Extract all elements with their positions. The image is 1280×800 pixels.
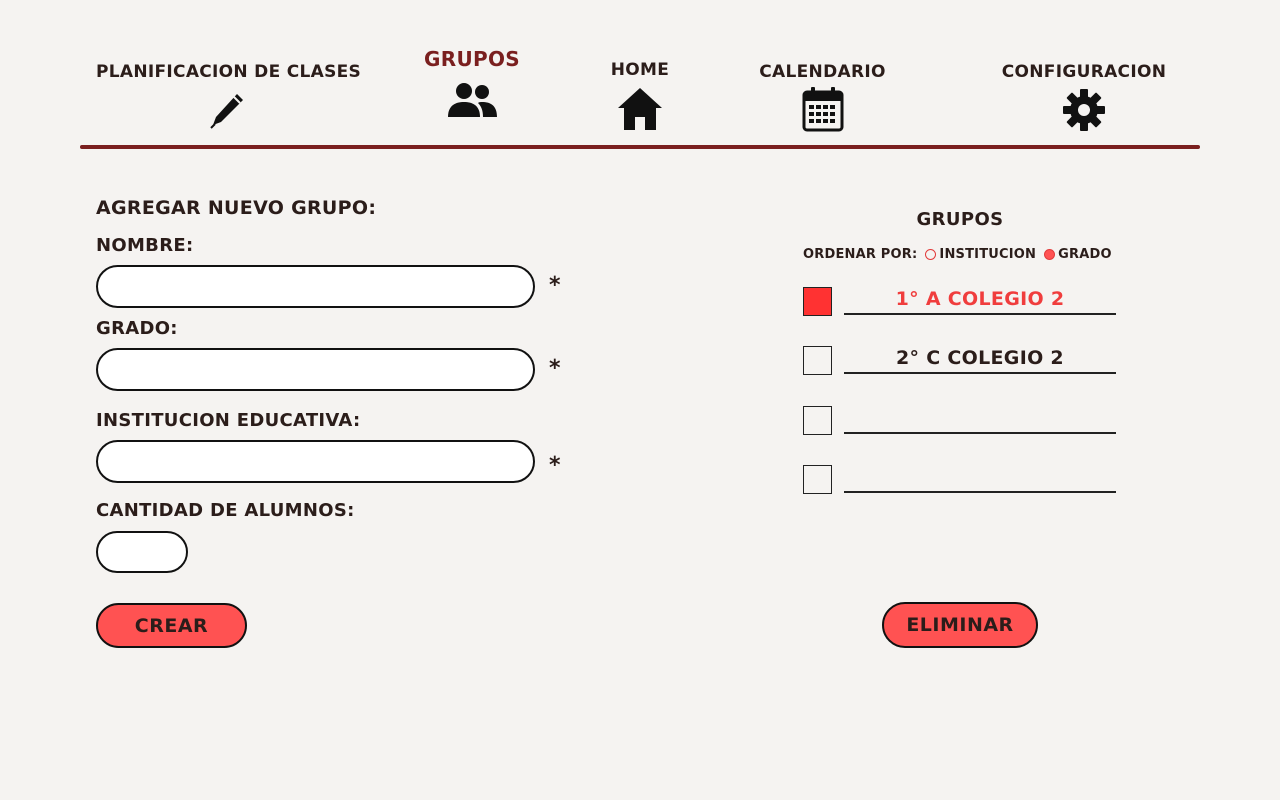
group-row[interactable]	[803, 465, 1116, 495]
nav-label-planificacion: PLANIFICACION DE CLASES	[96, 62, 362, 82]
sort-row: ORDENAR POR: INSTITUCION GRADO	[803, 247, 1112, 262]
radio-dot-grado	[1044, 249, 1056, 260]
nav-item-grupos[interactable]: GRUPOS	[412, 47, 532, 121]
calendar-icon	[802, 87, 843, 132]
sort-option-grado[interactable]: GRADO	[1044, 247, 1112, 262]
group-checkbox[interactable]	[803, 406, 832, 435]
users-icon	[448, 83, 497, 117]
form-title: AGREGAR NUEVO GRUPO:	[96, 197, 377, 219]
group-checkbox[interactable]	[803, 346, 832, 375]
sort-option-institucion-label: INSTITUCION	[939, 247, 1037, 262]
nombre-input[interactable]	[96, 265, 535, 308]
pencil-icon	[210, 94, 243, 129]
group-row[interactable]: 2° C COLEGIO 2	[803, 346, 1116, 376]
cantidad-label: CANTIDAD DE ALUMNOS:	[96, 500, 355, 521]
nombre-required-mark: *	[549, 273, 561, 298]
group-checkbox[interactable]	[803, 465, 832, 494]
sort-option-institucion[interactable]: INSTITUCION	[925, 247, 1036, 262]
sort-label: ORDENAR POR:	[803, 247, 918, 262]
radio-dot-institucion	[925, 249, 937, 260]
nav-label-configuracion: CONFIGURACION	[1001, 62, 1167, 82]
group-name: 2° C COLEGIO 2	[844, 346, 1116, 374]
grado-required-mark: *	[549, 356, 561, 381]
group-checkbox[interactable]	[803, 287, 832, 316]
sort-option-grado-label: GRADO	[1058, 247, 1112, 262]
gear-icon	[1063, 89, 1105, 131]
institucion-label: INSTITUCION EDUCATIVA:	[96, 410, 361, 431]
nombre-label: NOMBRE:	[96, 235, 194, 256]
crear-button[interactable]: CREAR	[96, 603, 247, 648]
institucion-input[interactable]	[96, 440, 535, 483]
nav-label-grupos: GRUPOS	[424, 47, 520, 71]
nav-label-home: HOME	[610, 60, 670, 80]
group-name	[844, 406, 1116, 434]
nav-item-home[interactable]: HOME	[600, 60, 680, 132]
grado-input[interactable]	[96, 348, 535, 391]
cantidad-input[interactable]	[96, 531, 188, 573]
nav-item-planificacion[interactable]: PLANIFICACION DE CLASES	[96, 62, 362, 130]
nav-label-calendario: CALENDARIO	[759, 62, 886, 82]
nav-divider	[80, 145, 1200, 149]
group-row[interactable]	[803, 406, 1116, 436]
nav-item-configuracion[interactable]: CONFIGURACION	[1000, 62, 1168, 132]
home-icon	[618, 88, 662, 130]
group-row[interactable]: 1° A COLEGIO 2	[803, 287, 1116, 317]
groups-title: GRUPOS	[916, 209, 1004, 230]
grado-label: GRADO:	[96, 318, 178, 339]
group-name: 1° A COLEGIO 2	[844, 287, 1116, 315]
nav-item-calendario[interactable]: CALENDARIO	[755, 62, 890, 132]
institucion-required-mark: *	[549, 453, 561, 478]
group-name	[844, 465, 1116, 493]
eliminar-button[interactable]: ELIMINAR	[882, 602, 1038, 648]
